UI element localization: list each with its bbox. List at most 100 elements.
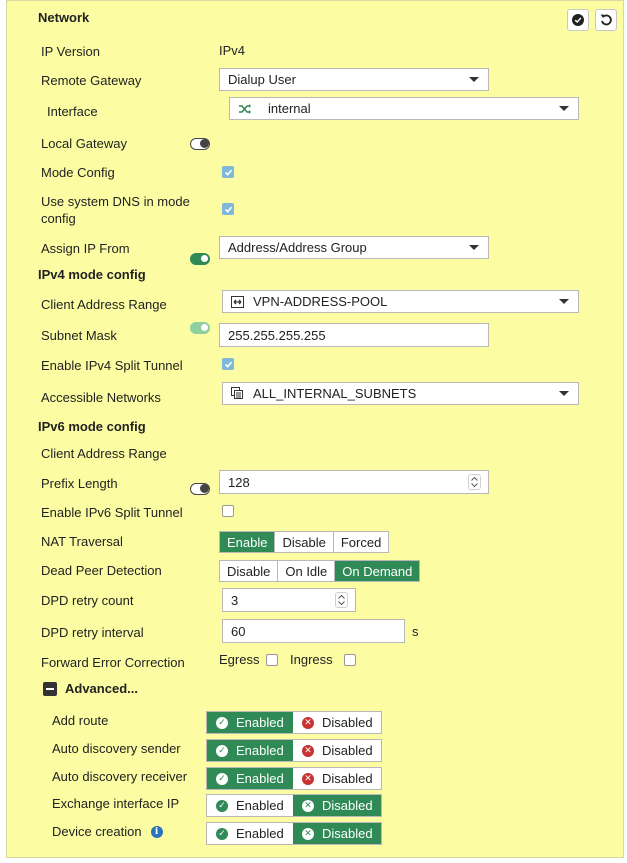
assign-ip-from-toggle[interactable]	[190, 253, 210, 265]
fec-egress-checkbox[interactable]	[266, 654, 278, 666]
disabled-option[interactable]: ✕ Disabled	[293, 795, 381, 816]
check-icon	[224, 361, 232, 368]
x-circle-icon: ✕	[302, 827, 314, 840]
nat-traversal-disable[interactable]: Disable	[275, 532, 334, 552]
apply-button[interactable]	[567, 9, 589, 31]
enabled-option[interactable]: ✓ Enabled	[207, 712, 293, 733]
dpd-retry-count-stepper[interactable]	[335, 592, 348, 608]
chevron-down-icon	[559, 299, 569, 304]
dead-peer-detection-segmented: Disable On Idle On Demand	[219, 560, 421, 582]
enabled-label: Enabled	[236, 743, 284, 758]
fec-ingress-label: Ingress	[290, 652, 333, 667]
dpd-retry-interval-label: DPD retry interval	[41, 625, 144, 640]
assign-ip-from-label: Assign IP From	[41, 241, 130, 256]
advanced-row-toggle: ✓ Enabled ✕ Disabled	[206, 767, 382, 790]
ipv4-split-tunnel-label: Enable IPv4 Split Tunnel	[41, 358, 183, 373]
advanced-row-label-text: Auto discovery receiver	[52, 769, 188, 784]
x-circle-icon: ✕	[302, 772, 314, 785]
remote-gateway-value: Dialup User	[228, 72, 296, 87]
ipv6-split-tunnel-checkbox[interactable]	[222, 505, 234, 517]
disabled-option[interactable]: ✕ Disabled	[293, 768, 381, 789]
subnet-mask-input[interactable]: 255.255.255.255	[219, 323, 489, 347]
mode-config-checkbox[interactable]	[222, 166, 234, 178]
check-circle-icon: ✓	[216, 772, 228, 785]
dpd-retry-count-input[interactable]: 3	[222, 588, 356, 612]
disabled-label: Disabled	[322, 826, 373, 841]
ipv4-client-address-range-select[interactable]: VPN-ADDRESS-POOL	[222, 290, 579, 313]
accessible-networks-value: ALL_INTERNAL_SUBNETS	[253, 386, 417, 401]
enabled-label: Enabled	[236, 826, 284, 841]
advanced-row-label-text: Auto discovery sender	[52, 741, 181, 756]
nat-traversal-enable[interactable]: Enable	[220, 532, 276, 552]
dpd-on-demand[interactable]: On Demand	[335, 561, 420, 581]
interface-value: internal	[268, 101, 311, 116]
dpd-disable[interactable]: Disable	[220, 561, 279, 581]
fec-ingress-checkbox[interactable]	[344, 654, 356, 666]
interface-select[interactable]: internal	[229, 97, 579, 120]
check-circle-icon	[572, 14, 584, 26]
check-icon	[224, 169, 232, 176]
x-circle-icon: ✕	[302, 799, 314, 812]
disabled-option[interactable]: ✕ Disabled	[293, 712, 381, 733]
nat-traversal-label: NAT Traversal	[41, 534, 123, 549]
remote-gateway-select[interactable]: Dialup User	[219, 68, 489, 91]
dpd-retry-interval-input[interactable]: 60	[222, 619, 405, 643]
ipv4-client-address-range-toggle[interactable]	[190, 322, 210, 334]
disabled-option[interactable]: ✕ Disabled	[293, 823, 381, 844]
mode-config-label: Mode Config	[41, 165, 115, 180]
chevron-down-icon	[338, 601, 345, 605]
prefix-length-input[interactable]: 128	[219, 470, 489, 494]
revert-button[interactable]	[595, 9, 617, 31]
ipv6-split-tunnel-label: Enable IPv6 Split Tunnel	[41, 505, 183, 520]
ipv4-split-tunnel-checkbox[interactable]	[222, 358, 234, 370]
address-range-icon	[231, 295, 244, 308]
undo-icon	[600, 14, 612, 26]
chevron-down-icon	[469, 245, 479, 250]
chevron-down-icon	[559, 391, 569, 396]
dpd-retry-count-label: DPD retry count	[41, 593, 134, 608]
chevron-down-icon	[471, 483, 478, 487]
accessible-networks-label: Accessible Networks	[41, 390, 161, 405]
nat-traversal-forced[interactable]: Forced	[334, 532, 388, 552]
advanced-toggle[interactable]: Advanced...	[43, 681, 138, 696]
check-circle-icon: ✓	[216, 744, 228, 757]
local-gateway-label: Local Gateway	[41, 136, 127, 151]
chevron-down-icon	[469, 77, 479, 82]
advanced-row-label: Exchange interface IP	[52, 796, 179, 811]
enabled-option[interactable]: ✓ Enabled	[207, 795, 293, 816]
advanced-row-label-text: Exchange interface IP	[52, 796, 180, 811]
advanced-row-label: Auto discovery sender	[52, 741, 181, 756]
advanced-row-toggle: ✓ Enabled ✕ Disabled	[206, 822, 382, 845]
advanced-row-label: Auto discovery receiver	[52, 769, 187, 784]
x-circle-icon: ✕	[302, 716, 314, 729]
disabled-option[interactable]: ✕ Disabled	[293, 740, 381, 761]
enabled-label: Enabled	[236, 771, 284, 786]
check-circle-icon: ✓	[216, 716, 228, 729]
prefix-length-stepper[interactable]	[468, 474, 481, 490]
ip-version-value: IPv4	[219, 43, 246, 58]
assign-ip-from-select[interactable]: Address/Address Group	[219, 236, 489, 259]
enabled-label: Enabled	[236, 798, 284, 813]
ipv6-section-title: IPv6 mode config	[38, 419, 146, 434]
local-gateway-toggle[interactable]	[190, 138, 210, 150]
address-group-icon	[231, 387, 243, 399]
nat-traversal-segmented: Enable Disable Forced	[219, 531, 390, 553]
info-icon[interactable]: i	[150, 825, 163, 838]
advanced-label: Advanced...	[65, 681, 138, 696]
subnet-mask-value: 255.255.255.255	[228, 327, 326, 343]
ipv6-client-address-range-toggle[interactable]	[190, 483, 210, 495]
advanced-row-toggle: ✓ Enabled ✕ Disabled	[206, 794, 382, 817]
minus-square-icon	[43, 681, 57, 696]
enabled-option[interactable]: ✓ Enabled	[207, 823, 293, 844]
disabled-label: Disabled	[322, 771, 373, 786]
enabled-option[interactable]: ✓ Enabled	[207, 768, 293, 789]
advanced-row-label: Add route	[52, 713, 108, 728]
interface-label: Interface	[47, 104, 98, 119]
use-system-dns-checkbox[interactable]	[222, 203, 234, 215]
shuffle-icon	[239, 103, 251, 114]
advanced-row-toggle: ✓ Enabled ✕ Disabled	[206, 711, 382, 734]
enabled-option[interactable]: ✓ Enabled	[207, 740, 293, 761]
dpd-on-idle[interactable]: On Idle	[278, 561, 336, 581]
accessible-networks-select[interactable]: ALL_INTERNAL_SUBNETS	[222, 382, 579, 405]
ipv6-client-address-range-label: Client Address Range	[41, 446, 167, 461]
